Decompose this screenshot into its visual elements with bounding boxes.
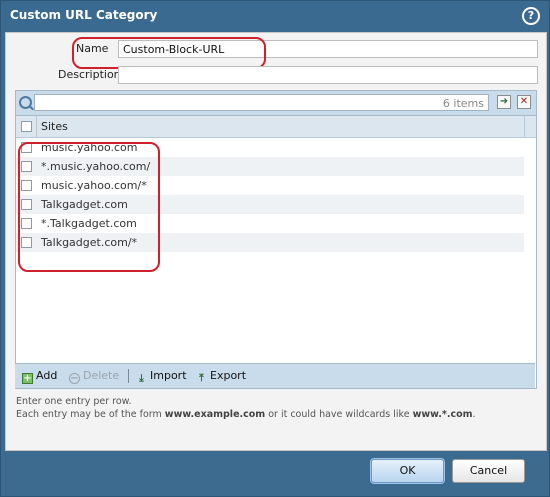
column-divider (36, 116, 37, 137)
description-label: Description (58, 68, 121, 81)
hint-text: or it could have wildcards like (265, 409, 413, 420)
description-field[interactable] (118, 66, 538, 84)
hint-text: . (472, 409, 476, 420)
hint-line-1: Enter one entry per row. (16, 396, 132, 407)
name-highlight (72, 37, 266, 69)
delete-label: Delete (83, 369, 120, 382)
hint-text: Each entry may be of the form (16, 409, 165, 420)
hint-wildcard: www.*.com (412, 409, 473, 420)
add-label: Add (36, 369, 58, 382)
sites-highlight (18, 142, 160, 272)
column-divider (524, 116, 525, 137)
dialog-content: Name Description 6 items ➜ ✕ Sites (5, 32, 547, 451)
arrow-right-icon[interactable]: ➜ (497, 95, 511, 109)
select-all-checkbox[interactable] (21, 121, 32, 132)
grid-header: Sites (16, 116, 536, 138)
sites-grid: 6 items ➜ ✕ Sites music.yahoo.com *.musi… (15, 90, 537, 389)
filter-input[interactable]: 6 items (34, 94, 489, 111)
plus-icon: + (22, 373, 33, 384)
export-button[interactable]: ⤒ Export (196, 369, 246, 385)
import-icon: ⤓ (139, 373, 144, 384)
help-icon[interactable]: ? (522, 7, 540, 25)
close-icon[interactable]: ✕ (517, 95, 531, 109)
hint-line-2: Each entry may be of the form www.exampl… (16, 409, 476, 420)
delete-button[interactable]: − Delete (69, 369, 119, 384)
export-label: Export (210, 369, 247, 382)
search-icon (19, 96, 32, 109)
import-label: Import (150, 369, 187, 382)
grid-toolbar: 6 items ➜ ✕ (16, 91, 536, 116)
dialog-title: Custom URL Category (10, 8, 158, 22)
cancel-button[interactable]: Cancel (452, 459, 525, 483)
minus-icon: − (69, 373, 80, 384)
title-bar: Custom URL Category ? (1, 1, 549, 31)
sites-column-header[interactable]: Sites (41, 120, 68, 133)
ok-button[interactable]: OK (371, 459, 444, 483)
add-button[interactable]: + Add (22, 369, 57, 384)
import-button[interactable]: ⤓ Import (136, 369, 187, 385)
custom-url-category-dialog: Custom URL Category ? Name Description 6… (0, 0, 550, 497)
grid-action-bar: + Add − Delete ⤓ Import ⤒ Export (15, 363, 535, 388)
items-count: 6 items (442, 97, 484, 110)
export-icon: ⤒ (199, 373, 204, 384)
hint-example: www.example.com (164, 409, 266, 420)
toolbar-divider (128, 369, 129, 383)
